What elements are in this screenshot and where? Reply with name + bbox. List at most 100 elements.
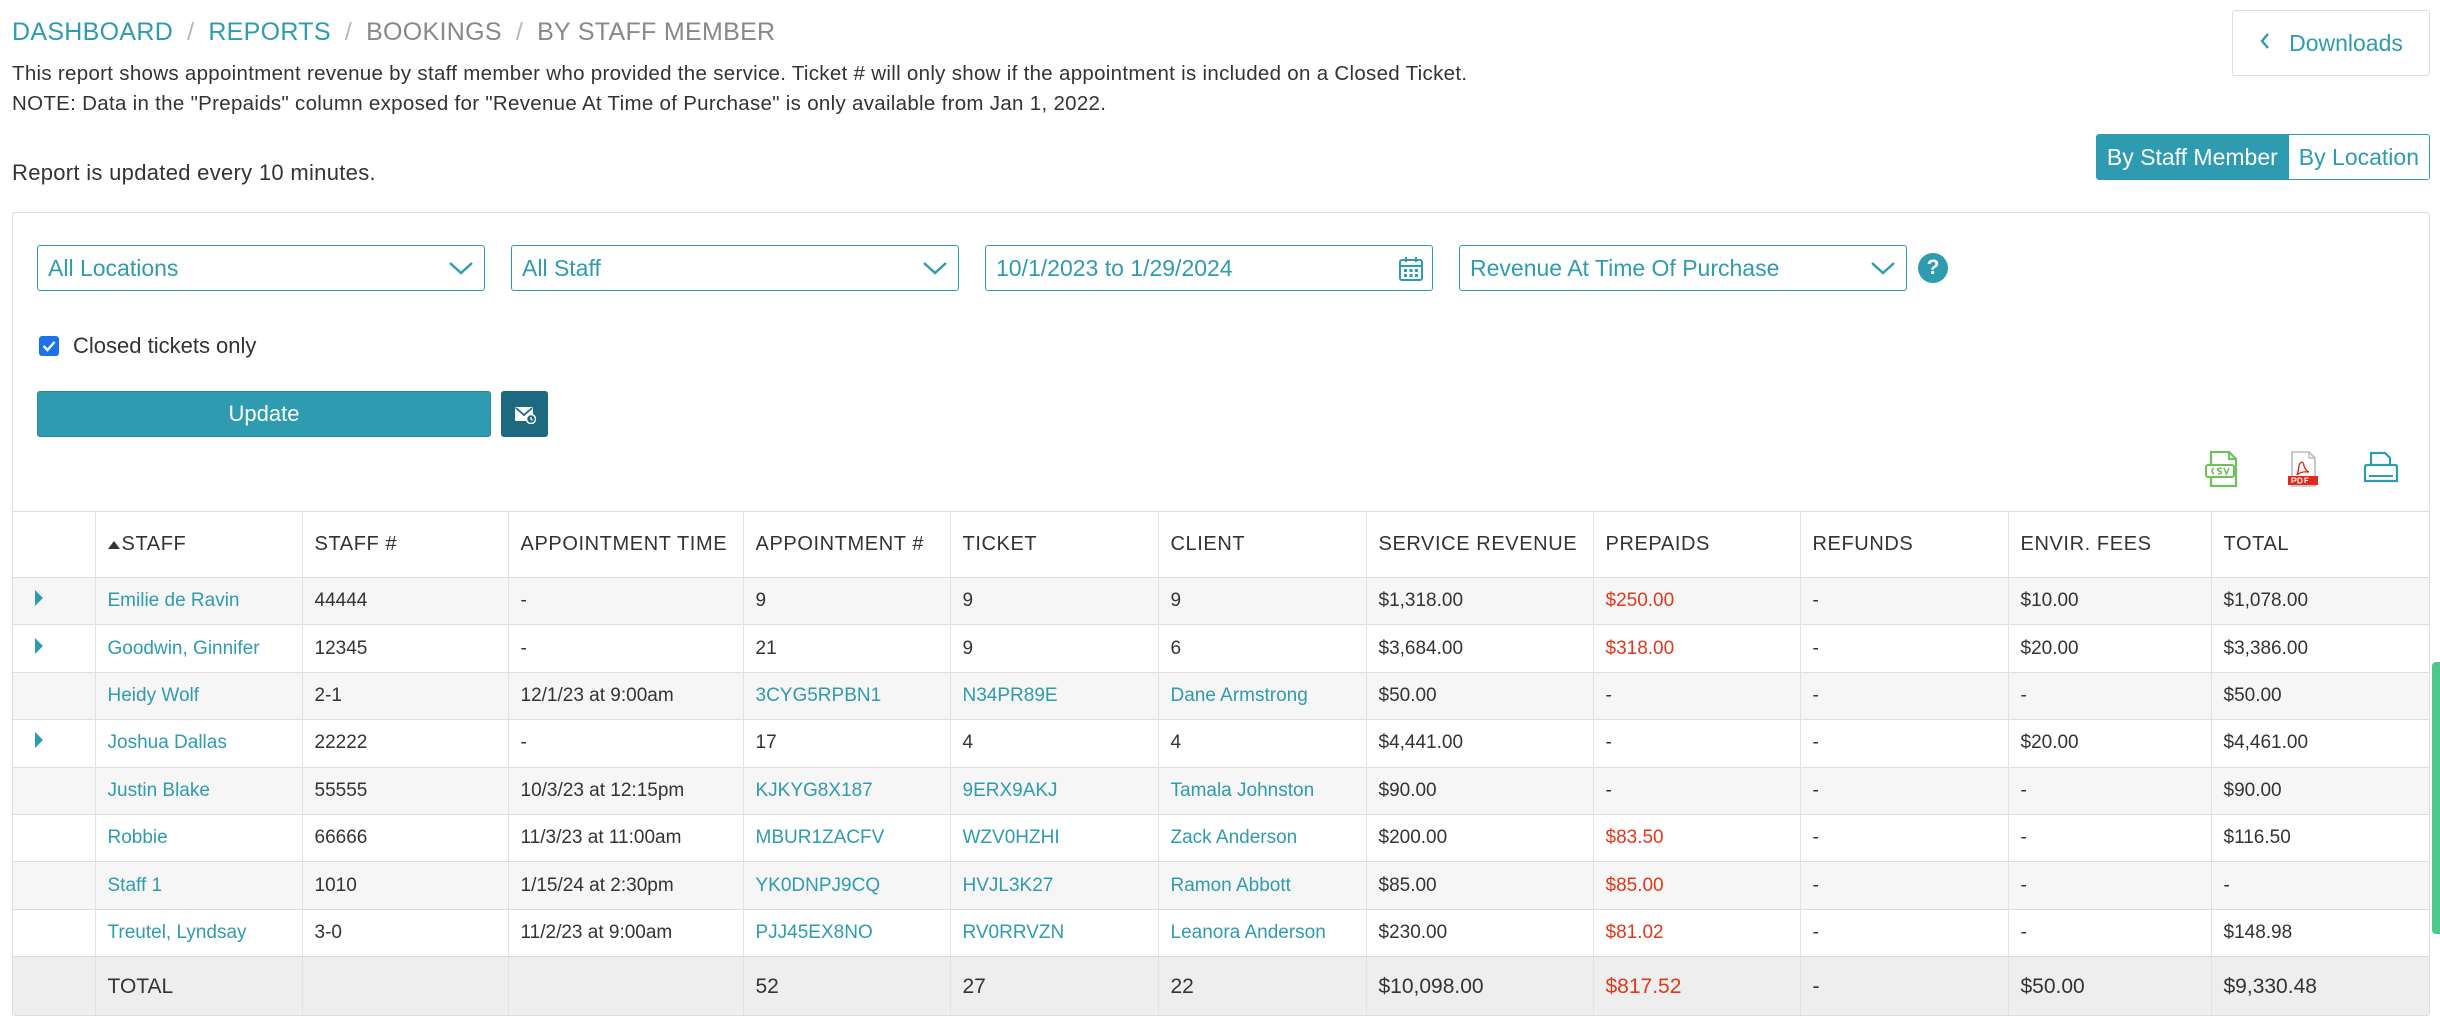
client-cell: 9 — [1158, 576, 1367, 625]
closed-tickets-toggle[interactable]: Closed tickets only — [39, 333, 256, 359]
totals-prepaids: $817.52 — [1593, 956, 1801, 1015]
ticket-link[interactable]: HVJL3K27 — [950, 861, 1159, 910]
appointment-time-cell: - — [508, 719, 744, 768]
breadcrumb-reports[interactable]: REPORTS — [208, 18, 331, 47]
expand-triangle-icon[interactable] — [35, 590, 43, 607]
expand-triangle-icon[interactable] — [35, 637, 43, 654]
date-range-value: 10/1/2023 to 1/29/2024 — [996, 254, 1233, 281]
appointment-number-cell: 9 — [743, 576, 951, 625]
appointment-number-link[interactable]: MBUR1ZACFV — [743, 813, 951, 862]
service-revenue-cell: $200.00 — [1366, 813, 1594, 862]
update-button[interactable]: Update — [37, 391, 491, 437]
column-header-appointment-time[interactable]: APPOINTMENT TIME — [508, 511, 744, 578]
envir-fees-cell: - — [2008, 813, 2212, 862]
breadcrumb-current: BY STAFF MEMBER — [537, 18, 776, 46]
view-by-location-button[interactable]: By Location — [2287, 135, 2429, 179]
row-expand-cell[interactable] — [13, 624, 96, 673]
column-header-appointment-number[interactable]: APPOINTMENT # — [743, 511, 951, 578]
staff-select[interactable]: All Staff — [511, 245, 959, 291]
column-header-prepaids[interactable]: PREPAIDS — [1593, 511, 1801, 578]
column-header-staff-number[interactable]: STAFF # — [302, 511, 509, 578]
scrollbar[interactable] — [2432, 662, 2440, 934]
column-header-envir-fees[interactable]: ENVIR. FEES — [2008, 511, 2212, 578]
total-cell: $116.50 — [2211, 813, 2429, 862]
breadcrumb-separator: / — [515, 18, 524, 46]
prepaids-cell: $81.02 — [1593, 908, 1801, 957]
refunds-cell: - — [1800, 624, 2009, 673]
row-expand-cell[interactable] — [13, 719, 96, 768]
help-icon[interactable]: ? — [1918, 253, 1948, 283]
csv-icon[interactable] — [2203, 449, 2243, 489]
staff-name-link[interactable]: Robbie — [95, 813, 303, 862]
client-link[interactable]: Dane Armstrong — [1158, 671, 1367, 720]
table-row: Emilie de Ravin 44444 - 9 9 9 $1,318.00 … — [13, 576, 2429, 625]
prepaids-cell: $83.50 — [1593, 813, 1801, 862]
column-header-total[interactable]: TOTAL — [2211, 511, 2429, 578]
staff-number-cell: 12345 — [302, 624, 509, 673]
staff-name-link[interactable]: Emilie de Ravin — [95, 576, 303, 625]
staff-name-link[interactable]: Heidy Wolf — [95, 671, 303, 720]
client-link[interactable]: Tamala Johnston — [1158, 766, 1367, 815]
table-header-row: STAFF STAFF # APPOINTMENT TIME APPOINTME… — [13, 511, 2429, 578]
service-revenue-cell: $50.00 — [1366, 671, 1594, 720]
expand-column-header — [13, 511, 96, 578]
appointment-number-link[interactable]: YK0DNPJ9CQ — [743, 861, 951, 910]
appointment-time-cell: 1/15/24 at 2:30pm — [508, 861, 744, 910]
appointment-number-link[interactable]: KJKYG8X187 — [743, 766, 951, 815]
totals-envir-fees: $50.00 — [2008, 956, 2212, 1015]
print-icon[interactable] — [2361, 449, 2401, 489]
total-cell: $4,461.00 — [2211, 719, 2429, 768]
staff-name-link[interactable]: Goodwin, Ginnifer — [95, 624, 303, 673]
view-by-staff-button[interactable]: By Staff Member — [2096, 135, 2288, 179]
staff-name-link[interactable]: Justin Blake — [95, 766, 303, 815]
date-range-input[interactable]: 10/1/2023 to 1/29/2024 — [985, 245, 1433, 291]
client-link[interactable]: Zack Anderson — [1158, 813, 1367, 862]
appointment-time-cell: - — [508, 624, 744, 673]
envir-fees-cell: $10.00 — [2008, 576, 2212, 625]
column-header-client[interactable]: CLIENT — [1158, 511, 1367, 578]
client-cell: 4 — [1158, 719, 1367, 768]
table-row: Staff 1 1010 1/15/24 at 2:30pm YK0DNPJ9C… — [13, 861, 2429, 910]
row-expand-cell — [13, 671, 96, 720]
calendar-icon[interactable] — [1398, 256, 1424, 282]
breadcrumb-bookings: BOOKINGS — [366, 18, 502, 46]
client-link[interactable]: Ramon Abbott — [1158, 861, 1367, 910]
service-revenue-cell: $4,441.00 — [1366, 719, 1594, 768]
breadcrumb-dashboard[interactable]: DASHBOARD — [12, 18, 173, 47]
revenue-mode-select[interactable]: Revenue At Time Of Purchase — [1459, 245, 1907, 291]
update-frequency-text: Report is updated every 10 minutes. — [12, 160, 376, 185]
expand-triangle-icon[interactable] — [35, 732, 43, 749]
ticket-link[interactable]: 9ERX9AKJ — [950, 766, 1159, 815]
column-header-service-revenue[interactable]: SERVICE REVENUE — [1366, 511, 1594, 578]
chevron-down-icon — [1871, 262, 1895, 275]
ticket-link[interactable]: RV0RRVZN — [950, 908, 1159, 957]
refunds-cell: - — [1800, 576, 2009, 625]
column-header-staff[interactable]: STAFF — [95, 511, 303, 578]
breadcrumb-separator: / — [344, 18, 353, 46]
appointment-number-link[interactable]: 3CYG5RPBN1 — [743, 671, 951, 720]
appointment-number-link[interactable]: PJJ45EX8NO — [743, 908, 951, 957]
staff-name-link[interactable]: Staff 1 — [95, 861, 303, 910]
totals-label: TOTAL — [95, 956, 303, 1015]
ticket-link[interactable]: N34PR89E — [950, 671, 1159, 720]
breadcrumb-separator: / — [187, 18, 195, 46]
staff-name-link[interactable]: Joshua Dallas — [95, 719, 303, 768]
row-expand-cell[interactable] — [13, 576, 96, 625]
prepaids-cell: $85.00 — [1593, 861, 1801, 910]
prepaids-cell: - — [1593, 766, 1801, 815]
staff-name-link[interactable]: Treutel, Lyndsay — [95, 908, 303, 957]
client-link[interactable]: Leanora Anderson — [1158, 908, 1367, 957]
report-table: STAFF STAFF # APPOINTMENT TIME APPOINTME… — [13, 511, 2429, 1015]
closed-tickets-checkbox[interactable] — [39, 336, 59, 356]
prepaids-cell: - — [1593, 671, 1801, 720]
ticket-cell: 4 — [950, 719, 1159, 768]
location-select[interactable]: All Locations — [37, 245, 485, 291]
service-revenue-cell: $1,318.00 — [1366, 576, 1594, 625]
downloads-button[interactable]: Downloads — [2232, 10, 2430, 76]
pdf-icon[interactable] — [2283, 449, 2323, 489]
schedule-report-button[interactable] — [501, 391, 548, 437]
column-header-refunds[interactable]: REFUNDS — [1800, 511, 2009, 578]
staff-select-value: All Staff — [522, 254, 601, 281]
column-header-ticket[interactable]: TICKET — [950, 511, 1159, 578]
ticket-link[interactable]: WZV0HZHI — [950, 813, 1159, 862]
